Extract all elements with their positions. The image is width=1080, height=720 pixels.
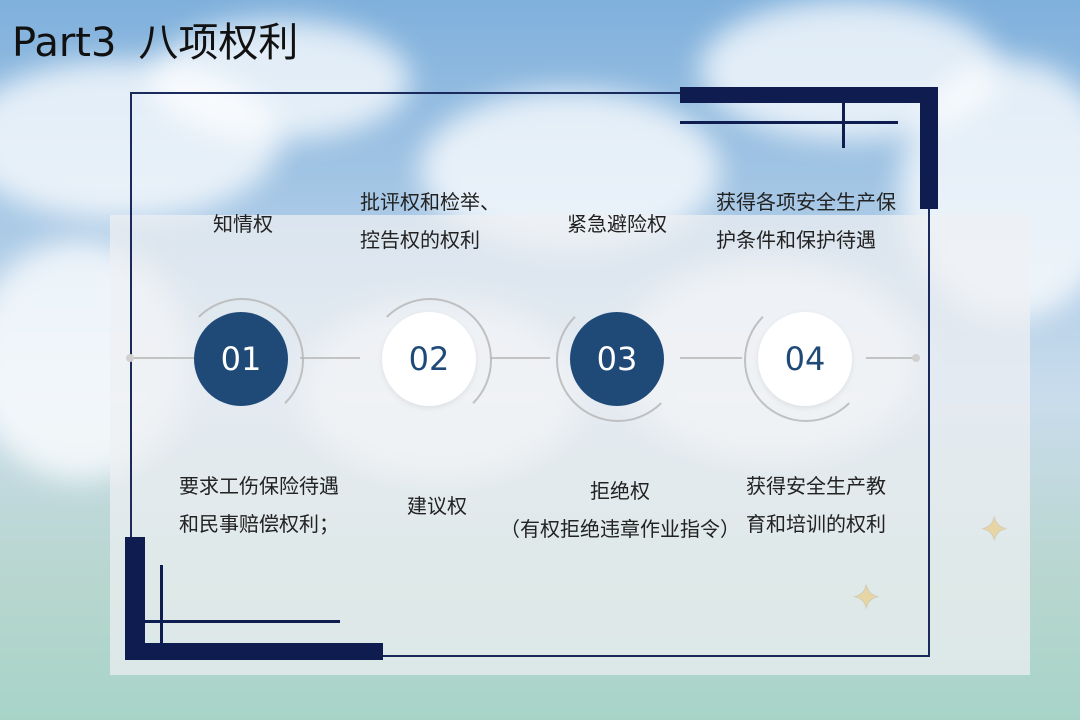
number-label: 02	[408, 340, 450, 378]
bottom-item-3: 拒绝权 （有权拒绝违章作业指令）	[500, 472, 740, 548]
number-circle-2: 02	[382, 312, 476, 406]
frame-corner-top-bar	[680, 87, 938, 103]
item-line: 紧急避险权	[567, 212, 667, 236]
item-line: 建议权	[407, 494, 467, 518]
frame-corner-bottom-bar	[125, 643, 383, 660]
item-line: 批评权和检举、	[360, 190, 500, 214]
number-label: 04	[784, 340, 826, 378]
sparkle-icon: ✦	[852, 578, 881, 618]
number-label: 01	[220, 340, 262, 378]
bottom-item-1: 要求工伤保险待遇 和民事赔偿权利；	[179, 467, 339, 543]
number-circle-1: 01	[194, 312, 288, 406]
connector-line-2	[300, 357, 360, 359]
frame-corner-inner-vert-line	[160, 565, 163, 643]
title-heading: 八项权利	[138, 20, 299, 66]
item-line: 育和培训的权利	[746, 512, 886, 536]
item-line: 护条件和保护待遇	[716, 228, 876, 252]
connector-end-dot	[912, 354, 920, 362]
item-line: 控告权的权利	[360, 228, 480, 252]
frame-corner-inner-horiz-line	[145, 620, 340, 623]
item-line: 获得安全生产教	[746, 474, 886, 498]
bottom-item-4: 获得安全生产教 育和培训的权利	[746, 467, 886, 543]
item-line: 和民事赔偿权利；	[179, 512, 339, 536]
connector-start-dot	[126, 354, 134, 362]
frame-corner-vert-line	[842, 103, 845, 148]
sparkle-icon: ✦	[980, 510, 1009, 550]
top-item-4: 获得各项安全生产保 护条件和保护待遇	[716, 183, 896, 259]
number-label: 03	[596, 340, 638, 378]
top-item-1: 知情权	[213, 205, 273, 243]
connector-line-4	[680, 357, 742, 359]
number-circle-3: 03	[570, 312, 664, 406]
page-title: Part3 八项权利	[12, 10, 298, 68]
frame-corner-top-line	[680, 121, 898, 124]
number-circle-4: 04	[758, 312, 852, 406]
item-line: （有权拒绝违章作业指令）	[500, 517, 740, 541]
connector-line-3	[490, 357, 550, 359]
frame-corner-right-bar	[920, 87, 938, 209]
item-line: 拒绝权	[590, 479, 650, 503]
item-line: 知情权	[213, 212, 273, 236]
bottom-item-2: 建议权	[407, 487, 467, 525]
top-item-3: 紧急避险权	[567, 205, 667, 243]
connector-line-5	[866, 357, 914, 359]
item-line: 要求工伤保险待遇	[179, 474, 339, 498]
item-line: 获得各项安全生产保	[716, 190, 896, 214]
top-item-2: 批评权和检举、 控告权的权利	[360, 183, 500, 259]
title-part: Part3	[12, 20, 117, 66]
frame-corner-left-bar	[125, 537, 145, 660]
